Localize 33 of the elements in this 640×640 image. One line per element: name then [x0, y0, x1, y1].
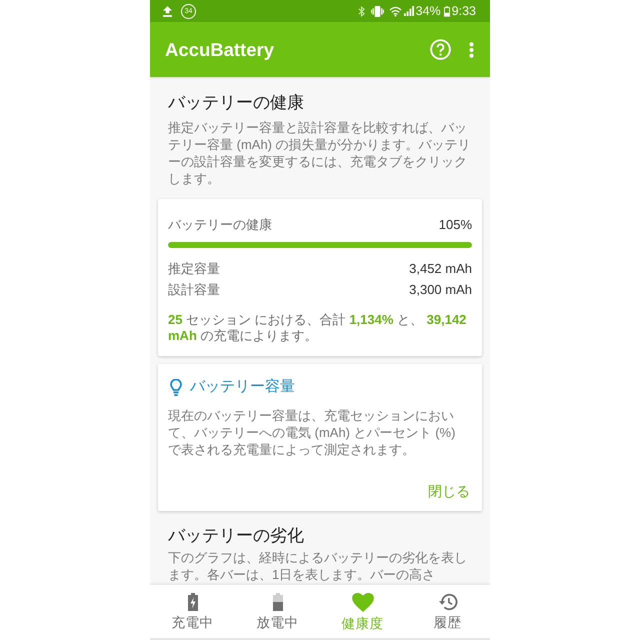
capacity-value: 3,300 mAh: [409, 281, 472, 299]
lightbulb-icon: [170, 378, 182, 396]
signal-icon: [404, 6, 414, 16]
app-title: AccuBattery: [165, 38, 274, 60]
section-title: バッテリーの劣化: [168, 526, 305, 546]
help-icon: [430, 39, 451, 60]
battery-charging-icon: [188, 593, 198, 611]
charge-summary: 25 セッション における、合計 1,134% と、 39,142 mAh の充電によります。: [168, 312, 468, 344]
health-label: バッテリーの健康: [168, 216, 272, 234]
capacity-value: 3,452 mAh: [409, 260, 472, 278]
help-button[interactable]: [430, 39, 451, 60]
info-title: バッテリー容量: [190, 377, 295, 397]
vibrate-icon: [370, 6, 384, 16]
health-percentage: 105%: [438, 216, 472, 234]
wifi-icon: [388, 6, 402, 16]
upload-icon: [163, 6, 172, 16]
section-title: バッテリーの健康: [168, 92, 305, 114]
nav-tab[interactable]: 履歴: [405, 585, 490, 638]
clock-time: 9:33: [452, 4, 476, 18]
heart-icon: [352, 593, 374, 612]
nav-tab[interactable]: 放電中: [235, 585, 320, 638]
capacity-label: 推定容量: [168, 260, 220, 278]
section-description: 下のグラフは、経時によるバッテリーの劣化を表します。各バーは、1日を表します。バーの高さ: [168, 549, 468, 583]
more-options-icon: [469, 42, 474, 58]
nav-tab[interactable]: 充電中: [150, 585, 235, 638]
capacity-label: 設計容量: [168, 281, 220, 299]
info-text: 現在のバッテリー容量は、充電セッションにおいて、バッテリーへの電気 (mAh) とパーセント (%) で表される充電量によって測定されます。: [168, 407, 456, 458]
battery-icon: [444, 6, 450, 16]
bluetooth-icon: [358, 6, 365, 16]
battery-percentage: 34%: [416, 4, 441, 18]
battery-half-icon: [272, 593, 282, 611]
section-description: 推定バッテリー容量と設計容量を比較すれば、バッテリー容量 (mAh) の損失量が分かります。バッテリーの設計容量を変更するには、充電タブをクリックします。: [168, 119, 472, 187]
history-icon: [438, 593, 458, 611]
